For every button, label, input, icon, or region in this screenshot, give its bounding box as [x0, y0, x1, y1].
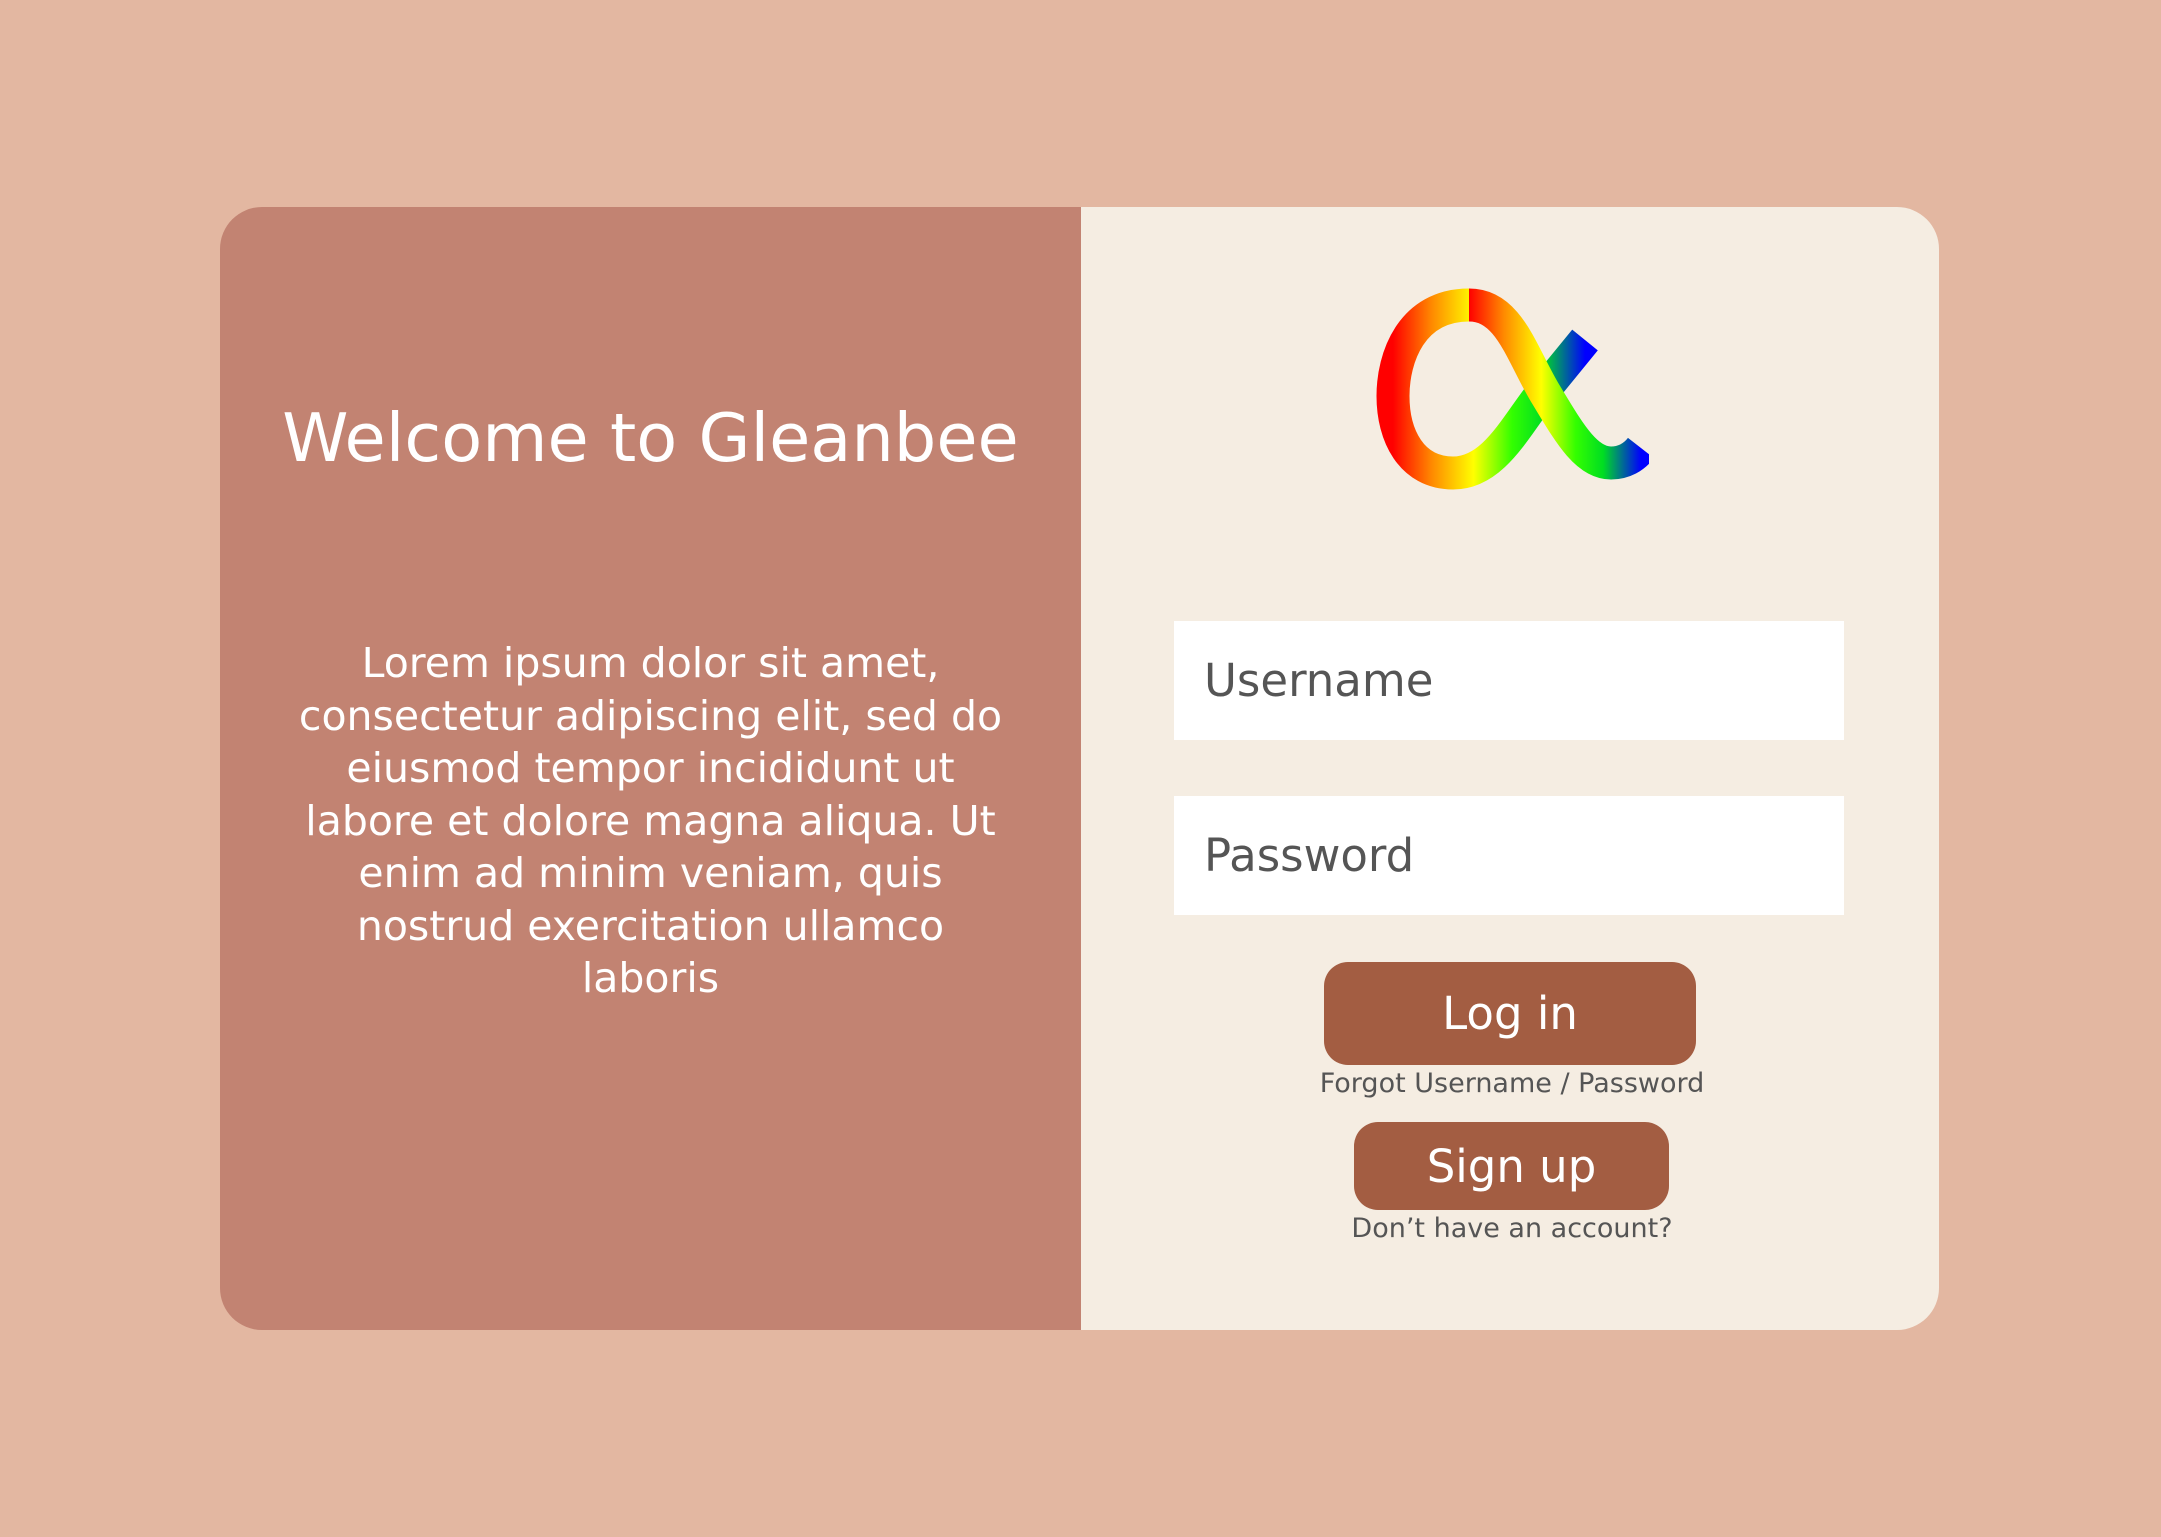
rainbow-alpha-logo-icon	[1376, 288, 1649, 490]
username-input[interactable]	[1174, 621, 1844, 740]
login-button[interactable]: Log in	[1324, 962, 1696, 1065]
no-account-text: Don’t have an account?	[1351, 1213, 1673, 1244]
welcome-title: Welcome to Gleanbee	[282, 399, 1019, 477]
welcome-panel: Welcome to Gleanbee Lorem ipsum dolor si…	[220, 207, 1081, 1330]
forgot-credentials-link[interactable]: Forgot Username / Password	[1081, 1067, 1939, 1101]
welcome-description: Lorem ipsum dolor sit amet, consectetur …	[298, 639, 1003, 1002]
password-input[interactable]	[1174, 796, 1844, 915]
login-panel: Log in Forgot Username / Password Sign u…	[1081, 207, 1939, 1330]
login-card: Welcome to Gleanbee Lorem ipsum dolor si…	[220, 207, 1939, 1330]
signup-button[interactable]: Sign up	[1354, 1122, 1669, 1210]
